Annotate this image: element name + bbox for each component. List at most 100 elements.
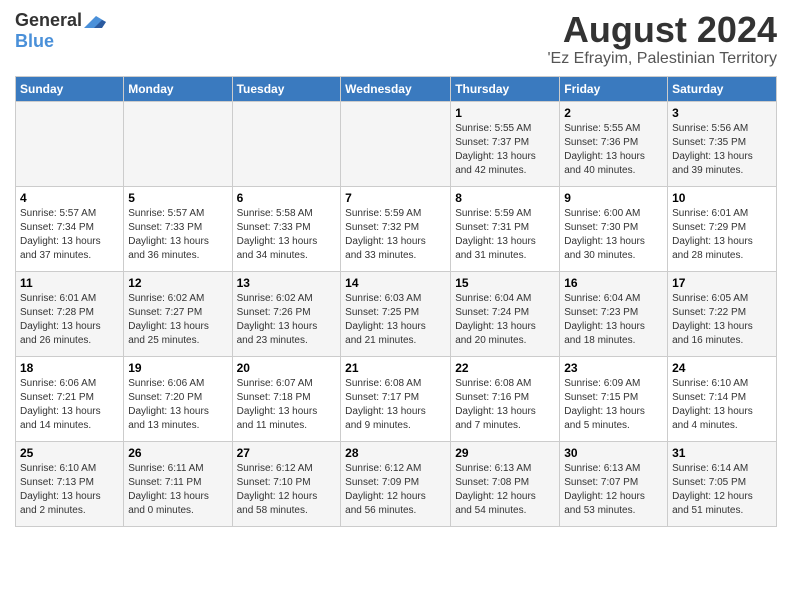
day-number: 11 bbox=[20, 276, 119, 290]
table-row: 10 Sunrise: 6:01 AM Sunset: 7:29 PM Dayli… bbox=[668, 186, 777, 271]
table-row: 23 Sunrise: 6:09 AM Sunset: 7:15 PM Dayli… bbox=[560, 356, 668, 441]
calendar-table: Sunday Monday Tuesday Wednesday Thursday… bbox=[15, 76, 777, 527]
table-row: 30 Sunrise: 6:13 AM Sunset: 7:07 PM Dayli… bbox=[560, 441, 668, 526]
day-info: Sunrise: 6:03 AM Sunset: 7:25 PM Dayligh… bbox=[345, 292, 446, 348]
day-number: 18 bbox=[20, 361, 119, 375]
day-number: 26 bbox=[128, 446, 227, 460]
day-info: Sunrise: 6:05 AM Sunset: 7:22 PM Dayligh… bbox=[672, 292, 772, 348]
day-number: 27 bbox=[237, 446, 337, 460]
col-tuesday: Tuesday bbox=[232, 76, 341, 101]
table-row: 14Sunrise: 6:03 AM Sunset: 7:25 PM Dayli… bbox=[341, 271, 451, 356]
page-header: General Blue August 2024 'Ez Efrayim, Pa… bbox=[15, 10, 777, 68]
calendar-week-row: 25 Sunrise: 6:10 AM Sunset: 7:13 PM Dayli… bbox=[16, 441, 777, 526]
day-info: Sunrise: 6:10 AM Sunset: 7:13 PM Dayligh… bbox=[20, 462, 119, 518]
day-number: 16 bbox=[564, 276, 663, 290]
logo-icon bbox=[84, 14, 106, 30]
day-info: Sunrise: 6:14 AM Sunset: 7:05 PM Dayligh… bbox=[672, 462, 772, 518]
table-row: 21Sunrise: 6:08 AM Sunset: 7:17 PM Dayli… bbox=[341, 356, 451, 441]
table-row bbox=[232, 101, 341, 186]
day-info: Sunrise: 6:00 AM Sunset: 7:30 PM Dayligh… bbox=[564, 207, 663, 263]
day-number: 24 bbox=[672, 361, 772, 375]
day-info: Sunrise: 5:58 AM Sunset: 7:33 PM Dayligh… bbox=[237, 207, 337, 263]
table-row: 20 Sunrise: 6:07 AM Sunset: 7:18 PM Dayli… bbox=[232, 356, 341, 441]
table-row bbox=[341, 101, 451, 186]
table-row: 24 Sunrise: 6:10 AM Sunset: 7:14 PM Dayli… bbox=[668, 356, 777, 441]
table-row: 27Sunrise: 6:12 AM Sunset: 7:10 PM Dayli… bbox=[232, 441, 341, 526]
day-number: 20 bbox=[237, 361, 337, 375]
day-number: 19 bbox=[128, 361, 227, 375]
day-info: Sunrise: 6:13 AM Sunset: 7:07 PM Dayligh… bbox=[564, 462, 663, 518]
table-row: 26 Sunrise: 6:11 AM Sunset: 7:11 PM Dayli… bbox=[124, 441, 232, 526]
day-number: 8 bbox=[455, 191, 555, 205]
day-number: 3 bbox=[672, 106, 772, 120]
table-row: 25 Sunrise: 6:10 AM Sunset: 7:13 PM Dayli… bbox=[16, 441, 124, 526]
table-row: 16Sunrise: 6:04 AM Sunset: 7:23 PM Dayli… bbox=[560, 271, 668, 356]
day-info: Sunrise: 6:07 AM Sunset: 7:18 PM Dayligh… bbox=[237, 377, 337, 433]
day-number: 28 bbox=[345, 446, 446, 460]
day-info: Sunrise: 5:57 AM Sunset: 7:34 PM Dayligh… bbox=[20, 207, 119, 263]
day-number: 9 bbox=[564, 191, 663, 205]
day-number: 31 bbox=[672, 446, 772, 460]
day-info: Sunrise: 5:56 AM Sunset: 7:35 PM Dayligh… bbox=[672, 122, 772, 178]
day-number: 13 bbox=[237, 276, 337, 290]
table-row: 1 Sunrise: 5:55 AM Sunset: 7:37 PM Daylig… bbox=[451, 101, 560, 186]
table-row bbox=[124, 101, 232, 186]
day-info: Sunrise: 5:59 AM Sunset: 7:31 PM Dayligh… bbox=[455, 207, 555, 263]
day-number: 10 bbox=[672, 191, 772, 205]
table-row: 9 Sunrise: 6:00 AM Sunset: 7:30 PM Daylig… bbox=[560, 186, 668, 271]
table-row: 6 Sunrise: 5:58 AM Sunset: 7:33 PM Daylig… bbox=[232, 186, 341, 271]
day-info: Sunrise: 6:02 AM Sunset: 7:26 PM Dayligh… bbox=[237, 292, 337, 348]
table-row: 11 Sunrise: 6:01 AM Sunset: 7:28 PM Dayli… bbox=[16, 271, 124, 356]
logo-general-text: General bbox=[15, 10, 82, 31]
col-sunday: Sunday bbox=[16, 76, 124, 101]
day-info: Sunrise: 5:55 AM Sunset: 7:37 PM Dayligh… bbox=[455, 122, 555, 178]
day-info: Sunrise: 6:13 AM Sunset: 7:08 PM Dayligh… bbox=[455, 462, 555, 518]
table-row: 17 Sunrise: 6:05 AM Sunset: 7:22 PM Dayli… bbox=[668, 271, 777, 356]
day-info: Sunrise: 5:57 AM Sunset: 7:33 PM Dayligh… bbox=[128, 207, 227, 263]
day-number: 30 bbox=[564, 446, 663, 460]
logo: General Blue bbox=[15, 10, 106, 52]
col-saturday: Saturday bbox=[668, 76, 777, 101]
location-subtitle: 'Ez Efrayim, Palestinian Territory bbox=[548, 50, 778, 68]
day-number: 2 bbox=[564, 106, 663, 120]
table-row: 28 Sunrise: 6:12 AM Sunset: 7:09 PM Dayli… bbox=[341, 441, 451, 526]
day-number: 25 bbox=[20, 446, 119, 460]
table-row: 3 Sunrise: 5:56 AM Sunset: 7:35 PM Daylig… bbox=[668, 101, 777, 186]
calendar-week-row: 4 Sunrise: 5:57 AM Sunset: 7:34 PM Daylig… bbox=[16, 186, 777, 271]
table-row: 29Sunrise: 6:13 AM Sunset: 7:08 PM Dayli… bbox=[451, 441, 560, 526]
logo-blue-text: Blue bbox=[15, 31, 54, 52]
day-number: 17 bbox=[672, 276, 772, 290]
day-info: Sunrise: 6:02 AM Sunset: 7:27 PM Dayligh… bbox=[128, 292, 227, 348]
col-friday: Friday bbox=[560, 76, 668, 101]
table-row: 7Sunrise: 5:59 AM Sunset: 7:32 PM Daylig… bbox=[341, 186, 451, 271]
day-number: 23 bbox=[564, 361, 663, 375]
day-number: 5 bbox=[128, 191, 227, 205]
day-number: 4 bbox=[20, 191, 119, 205]
day-info: Sunrise: 6:01 AM Sunset: 7:28 PM Dayligh… bbox=[20, 292, 119, 348]
day-info: Sunrise: 6:09 AM Sunset: 7:15 PM Dayligh… bbox=[564, 377, 663, 433]
day-number: 1 bbox=[455, 106, 555, 120]
calendar-week-row: 11 Sunrise: 6:01 AM Sunset: 7:28 PM Dayli… bbox=[16, 271, 777, 356]
table-row: 12 Sunrise: 6:02 AM Sunset: 7:27 PM Dayli… bbox=[124, 271, 232, 356]
day-number: 6 bbox=[237, 191, 337, 205]
table-row: 2Sunrise: 5:55 AM Sunset: 7:36 PM Daylig… bbox=[560, 101, 668, 186]
day-number: 12 bbox=[128, 276, 227, 290]
table-row: 22Sunrise: 6:08 AM Sunset: 7:16 PM Dayli… bbox=[451, 356, 560, 441]
day-info: Sunrise: 6:10 AM Sunset: 7:14 PM Dayligh… bbox=[672, 377, 772, 433]
day-info: Sunrise: 6:06 AM Sunset: 7:20 PM Dayligh… bbox=[128, 377, 227, 433]
table-row bbox=[16, 101, 124, 186]
table-row: 13 Sunrise: 6:02 AM Sunset: 7:26 PM Dayli… bbox=[232, 271, 341, 356]
col-wednesday: Wednesday bbox=[341, 76, 451, 101]
day-info: Sunrise: 6:11 AM Sunset: 7:11 PM Dayligh… bbox=[128, 462, 227, 518]
table-row: 31 Sunrise: 6:14 AM Sunset: 7:05 PM Dayli… bbox=[668, 441, 777, 526]
month-year-title: August 2024 bbox=[548, 10, 778, 50]
day-number: 22 bbox=[455, 361, 555, 375]
col-thursday: Thursday bbox=[451, 76, 560, 101]
title-block: August 2024 'Ez Efrayim, Palestinian Ter… bbox=[548, 10, 778, 68]
day-info: Sunrise: 6:01 AM Sunset: 7:29 PM Dayligh… bbox=[672, 207, 772, 263]
table-row: 4 Sunrise: 5:57 AM Sunset: 7:34 PM Daylig… bbox=[16, 186, 124, 271]
day-info: Sunrise: 6:04 AM Sunset: 7:24 PM Dayligh… bbox=[455, 292, 555, 348]
day-number: 21 bbox=[345, 361, 446, 375]
day-info: Sunrise: 6:12 AM Sunset: 7:09 PM Dayligh… bbox=[345, 462, 446, 518]
day-number: 15 bbox=[455, 276, 555, 290]
